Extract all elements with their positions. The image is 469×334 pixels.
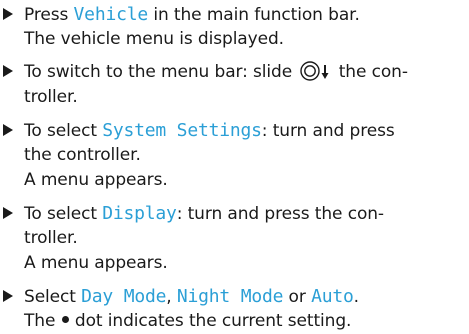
step-text: or <box>283 287 312 307</box>
step-text: dot indicates the current setting. <box>69 311 352 331</box>
step-line: To select System Settings: turn and pres… <box>0 118 469 143</box>
step-text: To switch to the menu bar: slide <box>24 62 298 82</box>
step-arrow-icon <box>3 124 13 136</box>
step-text: the con- <box>333 62 408 82</box>
step-line: Press Vehicle in the main function bar. <box>0 2 469 27</box>
step-text: Press <box>24 5 74 25</box>
controller-slide-down-icon <box>300 61 329 81</box>
keyword-day-mode: Day Mode <box>81 286 167 307</box>
keyword-vehicle: Vehicle <box>73 4 149 25</box>
step-line: The vehicle menu is displayed. <box>0 27 469 52</box>
keyword-night-mode: Night Mode <box>176 286 284 307</box>
step-text: To select <box>24 204 103 224</box>
step-select-display: To select Display: turn and press the co… <box>0 201 469 276</box>
step-result-text: A menu appears. <box>24 253 168 273</box>
step-text: To select <box>24 121 103 141</box>
step-select-mode: Select Day Mode, Night Mode or Auto. The… <box>0 284 469 334</box>
step-line: troller. <box>0 85 469 110</box>
step-line: To switch to the menu bar: slide the con… <box>0 60 469 85</box>
step-result-text: The vehicle menu is displayed. <box>24 29 284 49</box>
step-arrow-icon <box>3 8 13 20</box>
step-result-text: A menu appears. <box>24 170 168 190</box>
step-text: , <box>166 287 177 307</box>
step-text: The <box>24 311 61 331</box>
step-text: the controller. <box>24 145 141 165</box>
step-text: : turn and press <box>261 121 395 141</box>
instruction-page: Press Vehicle in the main function bar. … <box>0 0 469 331</box>
step-text: troller. <box>24 87 78 107</box>
step-text: troller. <box>24 228 78 248</box>
bullet-dot-icon <box>61 316 69 323</box>
step-line: A menu appears. <box>0 251 469 276</box>
step-switch-menu-bar: To switch to the menu bar: slide the con… <box>0 60 469 110</box>
keyword-system-settings: System Settings <box>102 120 262 141</box>
step-line: The dot indicates the current setting. <box>0 309 469 334</box>
step-arrow-icon <box>3 65 13 77</box>
step-press-vehicle: Press Vehicle in the main function bar. … <box>0 2 469 52</box>
step-select-system-settings: To select System Settings: turn and pres… <box>0 118 469 193</box>
step-arrow-icon <box>3 207 13 219</box>
keyword-auto: Auto <box>311 286 354 307</box>
step-text: Select <box>24 287 82 307</box>
step-line: troller. <box>0 226 469 251</box>
keyword-display: Display <box>102 203 177 224</box>
step-line: Select Day Mode, Night Mode or Auto. <box>0 284 469 309</box>
step-line: A menu appears. <box>0 168 469 193</box>
step-arrow-icon <box>3 290 13 302</box>
step-line: the controller. <box>0 143 469 168</box>
step-text: : turn and press the con- <box>176 204 384 224</box>
step-text: in the main function bar. <box>148 5 360 25</box>
step-line: To select Display: turn and press the co… <box>0 201 469 226</box>
step-text: . <box>353 287 359 307</box>
